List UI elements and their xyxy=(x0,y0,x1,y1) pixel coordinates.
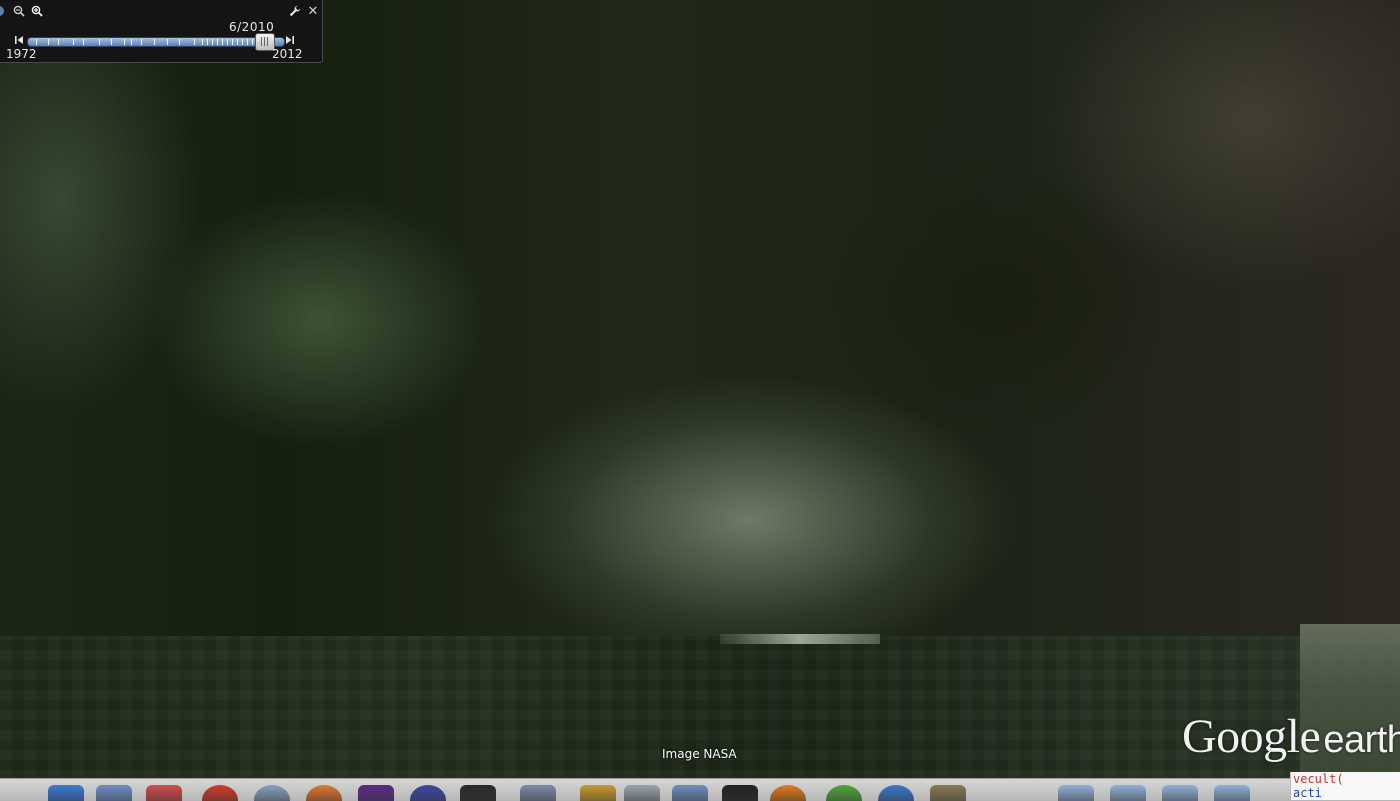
dock-item-vlc[interactable] xyxy=(770,785,806,801)
dock-item-app-red[interactable] xyxy=(202,785,238,801)
dock-item-finder[interactable] xyxy=(48,785,84,801)
dock-item-terminal[interactable] xyxy=(460,785,496,801)
zoom-in-icon[interactable] xyxy=(30,4,44,18)
wrench-icon[interactable] xyxy=(288,4,302,18)
end-year-label: 2012 xyxy=(272,47,303,61)
imagery-date-tick xyxy=(252,39,253,45)
dock xyxy=(0,778,1400,801)
logo-google-text: Google xyxy=(1182,710,1321,763)
imagery-date-tick xyxy=(232,39,233,45)
dock-item-evernote[interactable] xyxy=(826,785,862,801)
dock-item-calculator[interactable] xyxy=(672,785,708,801)
skip-back-icon xyxy=(15,36,23,44)
start-year-label: 1972 xyxy=(6,47,37,61)
code-line: vecult( xyxy=(1293,772,1344,786)
historical-imagery-time-slider: ✕ 6/2010 1972 2012 xyxy=(0,0,323,63)
dock-item-preview[interactable] xyxy=(96,785,132,801)
imagery-date-tick xyxy=(124,39,125,45)
imagery-date-tick xyxy=(48,39,49,45)
imagery-date-tick xyxy=(207,39,208,45)
imagery-date-tick xyxy=(179,39,180,45)
imagery-date-tick xyxy=(131,39,132,45)
globe-icon[interactable] xyxy=(0,6,4,16)
imagery-date-tick xyxy=(99,39,100,45)
dock-item-folder-2[interactable] xyxy=(1110,785,1146,801)
imagery-date-tick xyxy=(237,39,238,45)
imagery-date-tick xyxy=(227,39,228,45)
imagery-date-tick xyxy=(217,39,218,45)
dock-item-folder-4[interactable] xyxy=(1214,785,1250,801)
imagery-date-ticks xyxy=(28,38,284,46)
imagery-upper-region xyxy=(0,0,1400,640)
google-earth-logo: Googleearth xyxy=(1182,709,1400,764)
dock-item-photos[interactable] xyxy=(930,785,966,801)
dock-item-folder-1[interactable] xyxy=(1058,785,1094,801)
zoom-out-icon[interactable] xyxy=(12,4,26,18)
code-editor-fragment: vecult( acti xyxy=(1290,772,1400,800)
imagery-date-tick xyxy=(194,39,195,45)
dock-item-safari[interactable] xyxy=(254,785,290,801)
dock-item-virtualbox[interactable] xyxy=(520,785,556,801)
dock-item-network[interactable] xyxy=(410,785,446,801)
imagery-date-tick xyxy=(58,39,59,45)
imagery-date-tick xyxy=(73,39,74,45)
skip-forward-button[interactable] xyxy=(284,34,296,46)
dock-item-pencil[interactable] xyxy=(580,785,616,801)
satellite-imagery-view[interactable] xyxy=(0,0,1400,800)
imagery-date-tick xyxy=(111,39,112,45)
imagery-date-tick xyxy=(222,39,223,45)
imagery-date-tick xyxy=(154,39,155,45)
imagery-date-tick xyxy=(141,39,142,45)
imagery-date-tick xyxy=(212,39,213,45)
dock-item-visual-studio[interactable] xyxy=(358,785,394,801)
dock-item-chrome-blue[interactable] xyxy=(878,785,914,801)
imagery-highlight xyxy=(720,634,880,644)
imagery-date-tick xyxy=(202,39,203,45)
imagery-date-tick xyxy=(242,39,243,45)
current-date-label: 6/2010 xyxy=(229,20,275,34)
imagery-date-tick xyxy=(247,39,248,45)
imagery-date-tick xyxy=(36,39,37,45)
imagery-date-tick xyxy=(167,39,168,45)
imagery-attribution: Image NASA xyxy=(662,747,737,761)
dock-item-calendar[interactable] xyxy=(146,785,182,801)
dock-item-folder-3[interactable] xyxy=(1162,785,1198,801)
logo-earth-text: earth xyxy=(1323,719,1400,761)
skip-forward-icon xyxy=(286,36,294,44)
dock-item-firefox[interactable] xyxy=(306,785,342,801)
code-line: acti xyxy=(1293,786,1322,800)
skip-back-button[interactable] xyxy=(13,34,25,46)
close-icon[interactable]: ✕ xyxy=(306,4,320,19)
time-slider-track[interactable] xyxy=(27,37,285,47)
imagery-date-tick xyxy=(83,39,84,45)
dock-item-alien[interactable] xyxy=(722,785,758,801)
dock-item-mail[interactable] xyxy=(624,785,660,801)
